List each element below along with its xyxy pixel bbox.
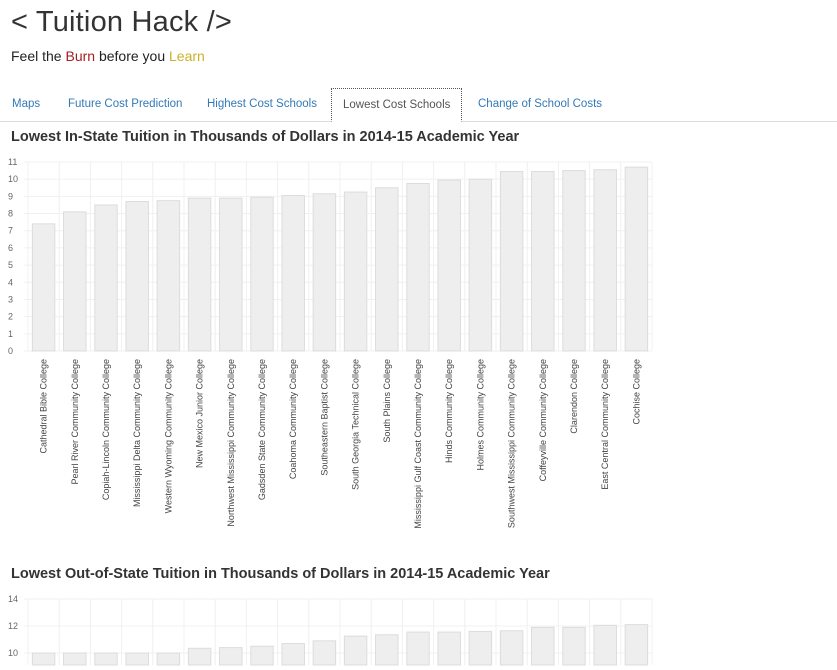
bar <box>94 652 118 666</box>
x-tick-label: Coahoma Community College <box>288 359 298 479</box>
bar <box>250 645 274 666</box>
bar <box>219 197 243 352</box>
tab-bar: Maps Future Cost Prediction Highest Cost… <box>0 88 837 122</box>
bar <box>531 170 555 352</box>
x-tick-label: Southeastern Baptist College <box>319 359 329 476</box>
x-tick-label: East Central Community College <box>600 359 610 490</box>
bar <box>406 182 430 352</box>
x-tick-label: Holmes Community College <box>475 359 485 471</box>
tab-lowest-cost-schools[interactable]: Lowest Cost Schools <box>331 88 463 122</box>
bar <box>125 201 149 352</box>
tagline-learn: Learn <box>169 48 205 64</box>
bar <box>312 640 337 666</box>
out-of-state-tuition-chart: 10 12 14 <box>8 594 653 666</box>
app-title: < Tuition Hack /> <box>11 6 233 38</box>
tab-change-of-school-costs[interactable]: Change of School Costs <box>478 88 602 121</box>
x-tick-label: Coffeyville Community College <box>538 359 548 481</box>
x-tick-label: Northwest Mississippi Community College <box>226 359 236 527</box>
bar <box>187 197 212 352</box>
bar <box>437 179 461 352</box>
bar <box>375 187 399 352</box>
tagline-burn: Burn <box>65 48 96 64</box>
bar <box>499 170 524 352</box>
bar <box>562 626 586 666</box>
bar <box>343 635 368 666</box>
bar <box>593 169 617 352</box>
tab-highest-cost-schools[interactable]: Highest Cost Schools <box>207 88 317 121</box>
bar <box>250 196 274 352</box>
y-tick-label: 0 <box>8 346 13 356</box>
bar <box>281 643 305 666</box>
x-tick-label: Cochise College <box>631 359 641 425</box>
y-tick-label: 14 <box>8 594 18 604</box>
bar <box>531 626 555 666</box>
bar <box>406 631 430 666</box>
bar <box>187 647 212 666</box>
y-tick-label: 6 <box>8 243 13 253</box>
x-tick-label: Gadsden State Community College <box>257 359 267 500</box>
x-tick-label: New Mexico Junior College <box>195 359 205 468</box>
x-tick-label: Clarendon College <box>569 359 579 434</box>
x-tick-label: Copiah-Lincoln Community College <box>101 359 111 500</box>
bar <box>562 170 586 352</box>
tagline: Feel the Burn before you Learn <box>11 48 205 64</box>
bar <box>125 652 149 666</box>
bar <box>437 631 461 666</box>
bar <box>593 624 617 666</box>
x-tick-label: South Plains College <box>382 359 392 443</box>
chart2-title: Lowest Out-of-State Tuition in Thousands… <box>11 566 550 582</box>
bar <box>156 200 181 352</box>
bar <box>343 191 368 352</box>
x-tick-label: Cathedral Bible College <box>39 359 49 454</box>
y-tick-label: 2 <box>8 312 13 322</box>
y-tick-label: 9 <box>8 191 13 201</box>
bar <box>468 630 493 666</box>
bar <box>219 647 243 666</box>
x-tick-label: Mississippi Delta Community College <box>132 359 142 507</box>
y-tick-label: 1 <box>8 329 13 339</box>
bar <box>281 195 305 352</box>
bar <box>468 178 493 352</box>
bar <box>63 211 87 352</box>
y-tick-label: 8 <box>8 209 13 219</box>
y-tick-label: 3 <box>8 294 13 304</box>
tab-maps[interactable]: Maps <box>12 88 40 121</box>
bar <box>63 652 87 666</box>
y-tick-label: 7 <box>8 226 13 236</box>
in-state-tuition-chart: 0 1 2 3 4 5 6 7 8 9 10 11 Cathedral Bible College Pea… <box>8 157 653 529</box>
tagline-middle: before you <box>95 48 169 64</box>
tab-future-cost-prediction[interactable]: Future Cost Prediction <box>68 88 182 121</box>
bar <box>375 634 399 666</box>
bar <box>156 652 181 666</box>
x-tick-label: Southwest Mississippi Community College <box>507 359 517 528</box>
y-tick-label: 5 <box>8 260 13 270</box>
x-tick-label: Mississippi Gulf Coast Community College <box>413 359 423 529</box>
bar <box>312 193 337 352</box>
chart1-title: Lowest In-State Tuition in Thousands of … <box>11 129 520 145</box>
y-tick-label: 10 <box>8 174 18 184</box>
y-tick-label: 11 <box>8 157 17 167</box>
x-tick-label: Hinds Community College <box>444 359 454 463</box>
y-tick-label: 12 <box>8 621 18 631</box>
bar <box>31 223 56 352</box>
bar <box>31 652 56 666</box>
x-tick-label: Pearl River Community College <box>70 359 80 485</box>
y-tick-label: 10 <box>8 648 18 658</box>
bar <box>499 630 524 666</box>
bar <box>624 166 649 352</box>
y-tick-label: 4 <box>8 277 13 287</box>
x-tick-label: Western Wyoming Community College <box>163 359 173 513</box>
bar <box>94 204 118 352</box>
x-tick-label: South Georgia Technical College <box>351 359 361 490</box>
tagline-prefix: Feel the <box>11 48 66 64</box>
